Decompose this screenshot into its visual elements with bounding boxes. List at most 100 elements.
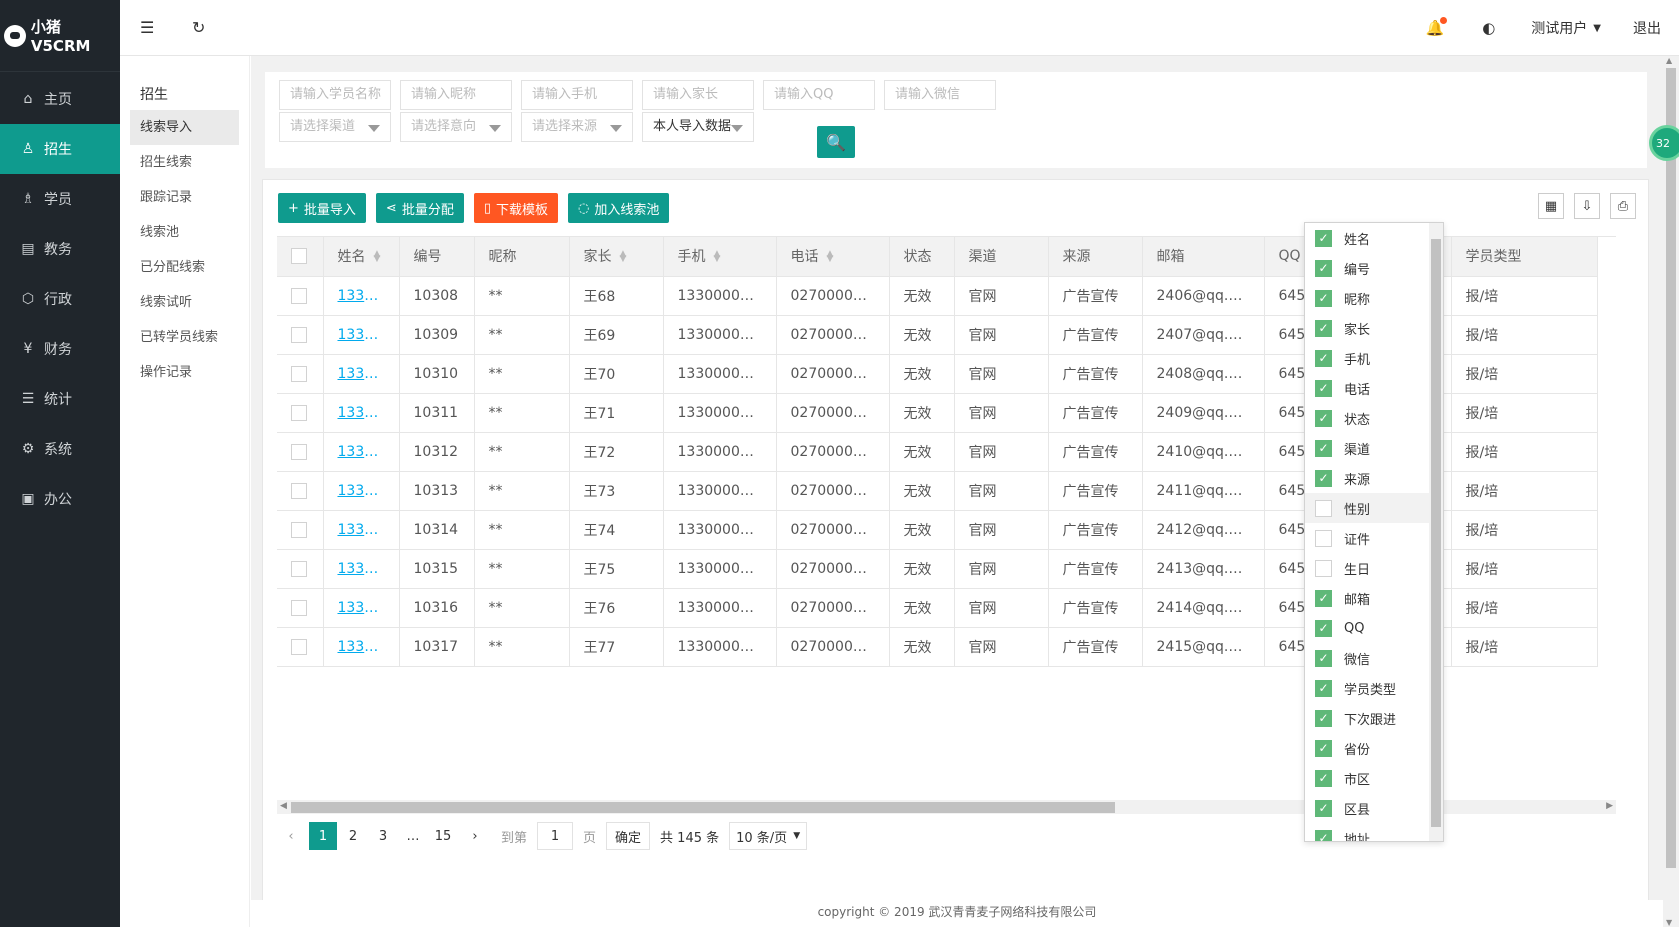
column-option[interactable]: ✓ 姓名 <box>1305 223 1443 253</box>
select-all-checkbox[interactable] <box>291 248 307 265</box>
qq-input[interactable]: 请输入QQ <box>763 80 875 110</box>
batch-assign-button[interactable]: ⋖ 批量分配 <box>375 193 464 223</box>
main-nav-item[interactable]: ♙ 招生 <box>0 124 120 174</box>
column-checkbox[interactable]: ✓ <box>1315 349 1332 367</box>
column-checkbox[interactable]: ✓ <box>1315 409 1332 427</box>
column-checkbox[interactable]: ✓ <box>1315 229 1332 247</box>
horizontal-scroll-thumb[interactable] <box>291 802 1115 813</box>
column-checkbox[interactable]: ✓ <box>1315 799 1332 817</box>
row-checkbox[interactable] <box>291 599 307 616</box>
next-page-icon[interactable]: › <box>461 822 489 850</box>
main-nav-item[interactable]: ¥ 财务 <box>0 324 120 374</box>
page-scroll-thumb[interactable] <box>1666 68 1676 868</box>
column-checkbox[interactable]: ✓ <box>1315 679 1332 697</box>
student-name-link[interactable]: 1330… <box>323 315 400 355</box>
column-checkbox[interactable]: ✓ <box>1315 289 1332 307</box>
main-nav-item[interactable]: ⬡ 行政 <box>0 274 120 324</box>
column-option[interactable]: ✓ 家长 <box>1305 313 1443 343</box>
column-checkbox[interactable]: ✓ <box>1315 769 1332 787</box>
student-name-link[interactable]: 1330… <box>323 510 400 550</box>
column-checkbox[interactable] <box>1315 499 1332 517</box>
student-name-input[interactable]: 请输入学员名称 <box>279 80 391 110</box>
student-name-link[interactable]: 1330… <box>323 393 400 433</box>
page-size-select[interactable]: 10 条/页 ▼ <box>729 822 808 850</box>
wechat-input[interactable]: 请输入微信 <box>884 80 996 110</box>
column-option[interactable]: ✓ 状态 <box>1305 403 1443 433</box>
parent-input[interactable]: 请输入家长 <box>642 80 754 110</box>
column-option[interactable]: 生日 <box>1305 553 1443 583</box>
column-header[interactable]: 电话 ▲ ▼ <box>776 237 890 277</box>
row-checkbox[interactable] <box>291 638 307 655</box>
student-name-link[interactable]: 1330… <box>323 432 400 472</box>
column-checkbox[interactable]: ✓ <box>1315 739 1332 757</box>
add-to-pool-button[interactable]: ◌ 加入线索池 <box>568 193 670 223</box>
student-name-link[interactable]: 1330… <box>323 276 400 316</box>
sub-nav-item[interactable]: 已分配线索 <box>130 250 239 285</box>
student-name-link[interactable]: 1330… <box>323 588 400 628</box>
refresh-icon[interactable]: ↻ <box>192 18 205 37</box>
main-nav-item[interactable]: ⌂ 主页 <box>0 74 120 124</box>
search-button[interactable]: 🔍 <box>817 126 855 158</box>
goto-confirm-button[interactable]: 确定 <box>606 822 651 850</box>
sub-nav-item[interactable]: 线索导入 <box>130 110 239 145</box>
column-option[interactable]: ✓ QQ <box>1305 613 1443 643</box>
scope-select[interactable]: 本人导入数据 <box>642 112 754 142</box>
sort-icon[interactable]: ▲ ▼ <box>620 250 627 264</box>
column-picker-scrollbar[interactable] <box>1429 223 1443 841</box>
row-checkbox[interactable] <box>291 404 307 421</box>
page-number[interactable]: 1 <box>309 822 337 850</box>
bell-icon[interactable]: 🔔 <box>1426 17 1448 37</box>
sub-nav-item[interactable]: 操作记录 <box>130 355 239 390</box>
column-checkbox[interactable]: ✓ <box>1315 439 1332 457</box>
column-option[interactable]: ✓ 下次跟进 <box>1305 703 1443 733</box>
scroll-up-icon[interactable]: ▲ <box>1666 56 1672 65</box>
prev-page-icon[interactable]: ‹ <box>277 822 305 850</box>
column-header[interactable]: 手机 ▲ ▼ <box>663 237 777 277</box>
logout-link[interactable]: 退出 <box>1633 18 1661 38</box>
column-checkbox[interactable]: ✓ <box>1315 589 1332 607</box>
column-option[interactable]: ✓ 省份 <box>1305 733 1443 763</box>
page-number[interactable]: 15 <box>429 822 457 850</box>
floating-badge[interactable]: 32 <box>1649 125 1679 161</box>
row-checkbox[interactable] <box>291 443 307 460</box>
column-option[interactable]: ✓ 昵称 <box>1305 283 1443 313</box>
sub-nav-item[interactable]: 跟踪记录 <box>130 180 239 215</box>
column-checkbox[interactable]: ✓ <box>1315 379 1332 397</box>
column-option[interactable]: ✓ 邮箱 <box>1305 583 1443 613</box>
scroll-right-icon[interactable]: ▶ <box>1606 801 1613 811</box>
intention-select[interactable]: 请选择意向 <box>400 112 512 142</box>
student-name-link[interactable]: 1330… <box>323 354 400 394</box>
nickname-input[interactable]: 请输入昵称 <box>400 80 512 110</box>
source-select[interactable]: 请选择来源 <box>521 112 633 142</box>
scroll-down-icon[interactable]: ▼ <box>1666 918 1672 927</box>
row-checkbox[interactable] <box>291 560 307 577</box>
row-checkbox[interactable] <box>291 287 307 304</box>
column-option[interactable]: ✓ 市区 <box>1305 763 1443 793</box>
sub-nav-item[interactable]: 招生线索 <box>130 145 239 180</box>
download-template-button[interactable]: ▯ 下载模板 <box>473 193 559 223</box>
column-option[interactable]: ✓ 区县 <box>1305 793 1443 823</box>
channel-select[interactable]: 请选择渠道 <box>279 112 391 142</box>
scroll-left-icon[interactable]: ◀ <box>280 801 287 811</box>
brand-logo[interactable]: 小猪V5CRM <box>0 0 120 72</box>
column-checkbox[interactable]: ✓ <box>1315 709 1332 727</box>
sort-icon[interactable]: ▲ ▼ <box>374 250 381 264</box>
column-checkbox[interactable] <box>1315 559 1332 577</box>
column-option[interactable]: ✓ 编号 <box>1305 253 1443 283</box>
column-option[interactable]: ✓ 手机 <box>1305 343 1443 373</box>
column-option[interactable]: ✓ 微信 <box>1305 643 1443 673</box>
export-icon[interactable]: ⇩ <box>1574 193 1600 219</box>
column-checkbox[interactable]: ✓ <box>1315 259 1332 277</box>
column-checkbox[interactable]: ✓ <box>1315 469 1332 487</box>
batch-import-button[interactable]: + 批量导入 <box>278 193 366 223</box>
column-checkbox[interactable]: ✓ <box>1315 829 1332 841</box>
columns-filter-icon[interactable]: ▦ <box>1538 193 1564 219</box>
print-icon[interactable]: ⎙ <box>1610 193 1636 219</box>
page-scrollbar[interactable]: ▲ ▼ <box>1663 56 1679 927</box>
goto-page-input[interactable]: 1 <box>537 822 574 850</box>
main-nav-item[interactable]: ⚙ 系统 <box>0 424 120 474</box>
column-option[interactable]: ✓ 渠道 <box>1305 433 1443 463</box>
sort-icon[interactable]: ▲ ▼ <box>714 250 721 264</box>
column-option[interactable]: ✓ 电话 <box>1305 373 1443 403</box>
user-menu[interactable]: 测试用户 ▼ <box>1531 18 1601 38</box>
